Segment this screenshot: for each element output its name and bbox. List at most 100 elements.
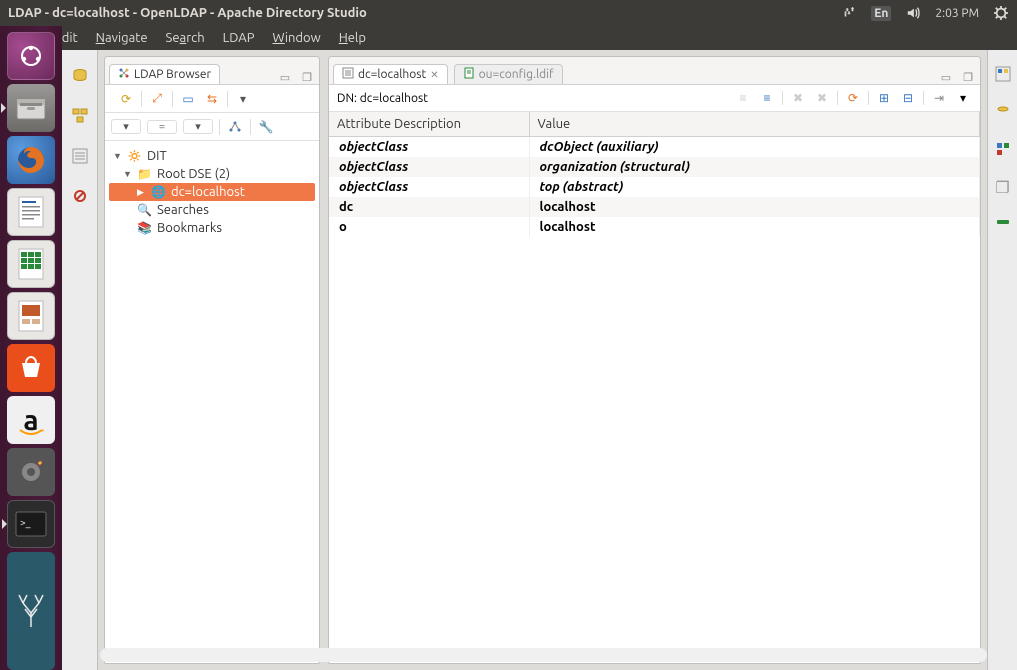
value-cell[interactable]: dcObject (auxiliary) (529, 137, 980, 158)
menu-help[interactable]: Help (331, 29, 374, 47)
bookmark-icon: 📚 (137, 221, 153, 235)
editor-tab-active[interactable]: dc=localhost ✕ (333, 64, 448, 84)
launcher-dash[interactable] (7, 32, 55, 80)
close-icon[interactable]: ✕ (430, 69, 438, 81)
refresh-entry-icon[interactable]: ⟳ (844, 89, 862, 107)
trim-mod-icon[interactable] (70, 186, 90, 206)
filter-eq[interactable]: = (147, 120, 177, 134)
value-cell[interactable]: localhost (529, 217, 980, 237)
value-cell[interactable]: localhost (529, 197, 980, 217)
restore-right-icon[interactable]: ❐ (995, 178, 1009, 197)
entry-menu-icon[interactable]: ▾ (954, 89, 972, 107)
browser-tab[interactable]: LDAP Browser (109, 64, 220, 84)
link-icon[interactable]: ▭ (179, 90, 197, 108)
launcher-directory-studio[interactable] (7, 552, 55, 670)
clock[interactable]: 2:03 PM (935, 7, 979, 20)
keyboard-lang-indicator[interactable]: En (871, 6, 891, 21)
table-row[interactable]: dclocalhost (329, 197, 980, 217)
value-cell[interactable]: top (abstract) (529, 177, 980, 197)
menu-help-rest: elp (348, 31, 366, 45)
menu-search[interactable]: Search (158, 29, 213, 47)
maximize-editor-icon[interactable]: ❐ (960, 71, 976, 84)
workbench: LDAP Browser ▭ ❐ ⟳ ⤢ ▭ ⇆ ▾ ▾ = ▾ (62, 50, 1017, 670)
launcher-terminal[interactable]: >_ (7, 500, 55, 548)
search-icon: 🔍 (137, 203, 153, 217)
blank-arrow (123, 223, 133, 233)
launcher-amazon[interactable]: a (7, 396, 55, 444)
view-menu-icon[interactable]: ▾ (234, 90, 252, 108)
folder-icon: 📁 (137, 167, 153, 181)
network-icon[interactable] (841, 5, 857, 21)
table-row[interactable]: objectClassorganization (structural) (329, 157, 980, 177)
launcher-writer[interactable] (7, 188, 55, 236)
expand-icon[interactable]: ⊞ (875, 89, 893, 107)
hierarchy-icon[interactable] (226, 118, 244, 136)
system-gear-icon[interactable] (993, 5, 1009, 21)
expand-arrow-icon[interactable]: ▶ (137, 187, 147, 198)
delete-icon[interactable]: ✖ (789, 89, 807, 107)
wrench-icon[interactable]: 🔧 (257, 118, 275, 136)
launcher-firefox[interactable] (7, 136, 55, 184)
globe-icon: 🌐 (151, 185, 167, 199)
menu-window-rest: indow (285, 31, 321, 45)
link-editor-icon[interactable]: ⇆ (203, 90, 221, 108)
system-tray: En 2:03 PM (841, 5, 1009, 21)
attr-cell[interactable]: objectClass (329, 177, 529, 197)
trim-connections-icon[interactable] (70, 106, 90, 126)
menu-ldap[interactable]: LDAP (215, 29, 263, 47)
attr-cell[interactable]: dc (329, 197, 529, 217)
maximize-view-icon[interactable]: ❐ (299, 71, 315, 84)
outline-right-icon[interactable] (996, 142, 1010, 160)
menu-search-rest: rch (186, 31, 204, 45)
table-row[interactable]: objectClasstop (abstract) (329, 177, 980, 197)
align-icon[interactable]: ≡ (758, 89, 776, 107)
launcher-software[interactable] (7, 344, 55, 392)
minimize-view-icon[interactable]: ▭ (277, 71, 293, 84)
ldap-tree: ▼ 🔅 DIT ▼ 📁 Root DSE (2) ▶ 🌐 dc=localhos… (105, 141, 319, 663)
dn-label: DN: dc=localhost (337, 92, 428, 105)
expand-arrow-icon[interactable]: ▼ (123, 169, 133, 179)
launcher-calc[interactable] (7, 240, 55, 288)
tree-dit-label: DIT (147, 149, 167, 163)
table-row[interactable]: objectClassdcObject (auxiliary) (329, 137, 980, 158)
unity-launcher: a >_ (0, 26, 62, 670)
browser-tabbar: LDAP Browser ▭ ❐ (105, 57, 319, 85)
launcher-files[interactable] (7, 84, 55, 132)
tree-bookmarks[interactable]: 📚 Bookmarks (109, 219, 315, 237)
menu-window[interactable]: Window (265, 29, 329, 47)
table-row[interactable]: olocalhost (329, 217, 980, 237)
menu-navigate[interactable]: Navigate (88, 29, 156, 47)
trim-outline-icon[interactable] (70, 146, 90, 166)
align-left-icon[interactable]: ≡ (734, 89, 752, 107)
bottom-scrollbar[interactable] (100, 648, 987, 662)
value-cell[interactable]: organization (structural) (529, 157, 980, 177)
attr-cell[interactable]: objectClass (329, 137, 529, 158)
collapse-icon[interactable]: ⤢ (148, 90, 166, 108)
attr-cell[interactable]: objectClass (329, 157, 529, 177)
filter-drop-2[interactable]: ▾ (183, 119, 213, 134)
expand-arrow-icon[interactable]: ▼ (113, 151, 123, 161)
refresh-icon[interactable]: ⟳ (117, 90, 135, 108)
collapse-all-icon[interactable]: ⊟ (899, 89, 917, 107)
delete-all-icon[interactable]: ✖ (813, 89, 831, 107)
quick-filter-icon[interactable]: ⇥ (930, 89, 948, 107)
minimize-editor-icon[interactable]: ▭ (938, 71, 954, 84)
launcher-impress[interactable] (7, 292, 55, 340)
tree-searches[interactable]: 🔍 Searches (109, 201, 315, 219)
filter-drop-1[interactable]: ▾ (111, 119, 141, 134)
editor-tab-inactive[interactable]: ou=config.ldif (454, 64, 563, 84)
right-trim-bar: ❐ (987, 50, 1017, 670)
entry-editor-panel: dc=localhost ✕ ou=config.ldif ▭ ❐ DN: dc… (328, 56, 981, 664)
attr-cell[interactable]: o (329, 217, 529, 237)
tree-root-dse[interactable]: ▼ 📁 Root DSE (2) (109, 165, 315, 183)
col-attr-header[interactable]: Attribute Description (329, 112, 529, 137)
ldap-perspective-icon[interactable] (995, 104, 1011, 124)
trim-ldap-icon[interactable] (70, 66, 90, 86)
progress-icon[interactable] (996, 215, 1010, 233)
launcher-settings[interactable] (7, 448, 55, 496)
tree-dit[interactable]: ▼ 🔅 DIT (109, 147, 315, 165)
tree-dc-localhost[interactable]: ▶ 🌐 dc=localhost (109, 183, 315, 201)
sound-icon[interactable] (905, 5, 921, 21)
col-value-header[interactable]: Value (529, 112, 980, 137)
perspective-icon[interactable] (995, 66, 1011, 86)
